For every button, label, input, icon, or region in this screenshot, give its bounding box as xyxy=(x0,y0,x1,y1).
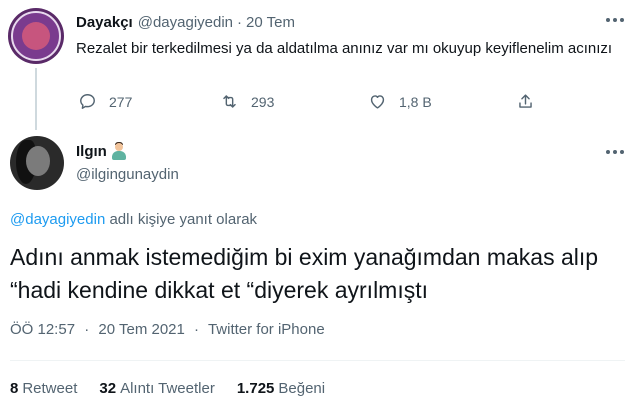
like-count: 1,8 B xyxy=(399,93,432,110)
avatar[interactable] xyxy=(8,8,64,64)
divider xyxy=(10,360,625,361)
tweet-text: Adını anmak istemediğim bi exim yanağımd… xyxy=(10,244,599,303)
retweet-button[interactable]: 293 xyxy=(220,92,274,111)
share-button[interactable] xyxy=(516,92,535,111)
author-handle[interactable]: @dayagiyedin xyxy=(138,14,233,31)
tweet-time[interactable]: ÖÖ 12:57 xyxy=(10,321,75,338)
tweet-thread: Dayakçı @dayagiyedin · 20 Tem Rezalet bi… xyxy=(0,0,635,412)
author-name-row: Ilgın xyxy=(76,142,128,160)
author-handle[interactable]: @ilgingunaydin xyxy=(76,166,179,183)
parent-tweet-header: Dayakçı @dayagiyedin · 20 Tem xyxy=(76,14,295,31)
reply-context: @dayagiyedin adlı kişiye yanıt olarak xyxy=(10,211,257,228)
like-button[interactable]: 1,8 B xyxy=(368,92,432,111)
quote-tweets-count: 32 xyxy=(99,380,117,397)
heart-icon xyxy=(370,95,385,109)
quote-tweets-stat[interactable]: 32 Alıntı Tweetler xyxy=(99,380,214,397)
likes-label: Beğeni xyxy=(278,380,326,397)
author-name[interactable]: Ilgın xyxy=(76,143,107,160)
reply-button[interactable]: 277 xyxy=(78,92,132,111)
retweets-stat[interactable]: 8 Retweet xyxy=(10,380,77,397)
separator-dot: · xyxy=(84,321,90,338)
retweet-count: 293 xyxy=(251,93,275,110)
tweet-actions: 277 293 1,8 B xyxy=(76,92,546,114)
reply-count: 277 xyxy=(109,93,133,110)
tweet-text: Rezalet bir terkedilmesi ya da aldatılma… xyxy=(76,40,613,57)
author-name[interactable]: Dayakçı xyxy=(76,14,133,31)
likes-stat[interactable]: 1.725 Beğeni xyxy=(237,380,325,397)
likes-count: 1.725 xyxy=(236,380,275,397)
tweet-source[interactable]: Twitter for iPhone xyxy=(208,321,325,338)
tweet-date[interactable]: 20 Tem 2021 xyxy=(98,321,184,338)
share-icon xyxy=(519,94,532,108)
parent-tweet[interactable]: Dayakçı @dayagiyedin · 20 Tem Rezalet bi… xyxy=(0,0,635,130)
avatar-face xyxy=(26,146,50,176)
thread-connector-line xyxy=(35,68,37,130)
reply-to-handle-link[interactable]: @dayagiyedin xyxy=(10,211,105,228)
tweet-stats: 8 Retweet 32 Alıntı Tweetler 1.725 Beğeni xyxy=(10,380,347,397)
person-emoji-icon xyxy=(110,142,128,160)
tweet-meta: ÖÖ 12:57 · 20 Tem 2021 · Twitter for iPh… xyxy=(10,321,325,338)
retweet-icon xyxy=(223,95,236,108)
retweets-label: Retweet xyxy=(22,380,78,397)
separator-dot: · xyxy=(194,321,200,338)
avatar-image xyxy=(22,22,50,50)
reply-icon xyxy=(80,94,95,109)
separator-dot: · xyxy=(237,14,243,31)
tweet-time[interactable]: 20 Tem xyxy=(246,14,295,31)
more-icon[interactable] xyxy=(606,148,628,156)
avatar[interactable] xyxy=(10,136,64,190)
quote-tweets-label: Alıntı Tweetler xyxy=(120,380,215,397)
reply-context-text: adlı kişiye yanıt olarak xyxy=(109,211,258,228)
more-icon[interactable] xyxy=(606,16,628,24)
retweets-count: 8 xyxy=(10,380,19,397)
